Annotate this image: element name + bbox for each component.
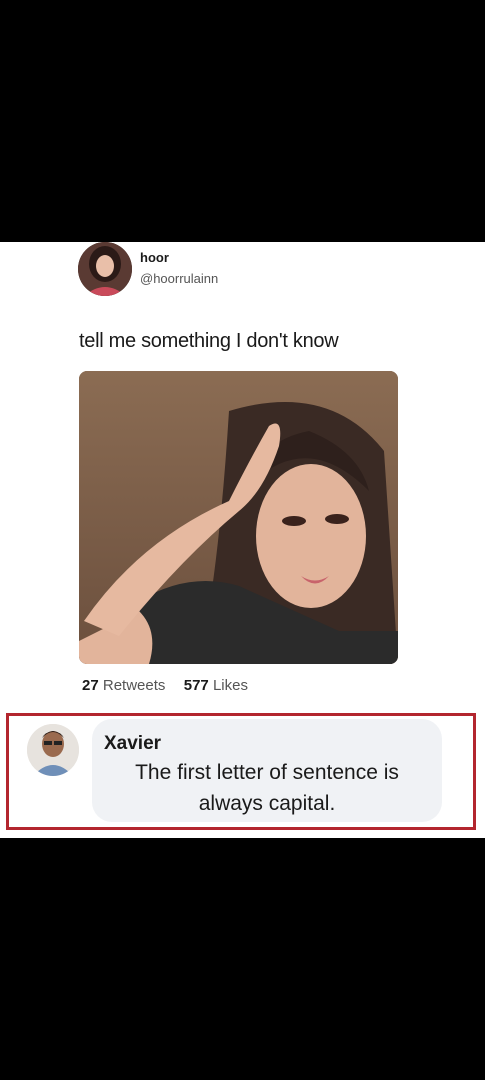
profile-avatar[interactable] (78, 242, 132, 296)
likes-label[interactable]: Likes (213, 677, 248, 694)
user-handle[interactable]: @hoorrulainn (140, 271, 218, 286)
tweet-stats: 27 Retweets 577 Likes (82, 677, 248, 694)
tweet-card: hoor @hoorrulainn tell me something I do… (0, 242, 485, 838)
reply-avatar[interactable] (27, 724, 79, 776)
reply-user-name[interactable]: Xavier (104, 733, 161, 755)
reply-bubble: Xavier The first letter of sentence is a… (92, 719, 442, 822)
tweet-header: hoor @hoorrulainn (78, 242, 478, 302)
user-name[interactable]: hoor (140, 250, 169, 265)
tweet-photo[interactable] (79, 371, 398, 664)
tweet-text: tell me something I don't know (79, 330, 339, 352)
reply-text: The first letter of sentence is always c… (135, 761, 399, 815)
retweets-label[interactable]: Retweets (103, 677, 166, 694)
likes-count: 577 (183, 677, 209, 694)
retweets-count: 27 (82, 677, 99, 694)
photo-image (79, 371, 398, 664)
reply-highlight-box: Xavier The first letter of sentence is a… (6, 713, 476, 830)
avatar-image (78, 242, 132, 296)
reply-avatar-image (27, 724, 79, 776)
